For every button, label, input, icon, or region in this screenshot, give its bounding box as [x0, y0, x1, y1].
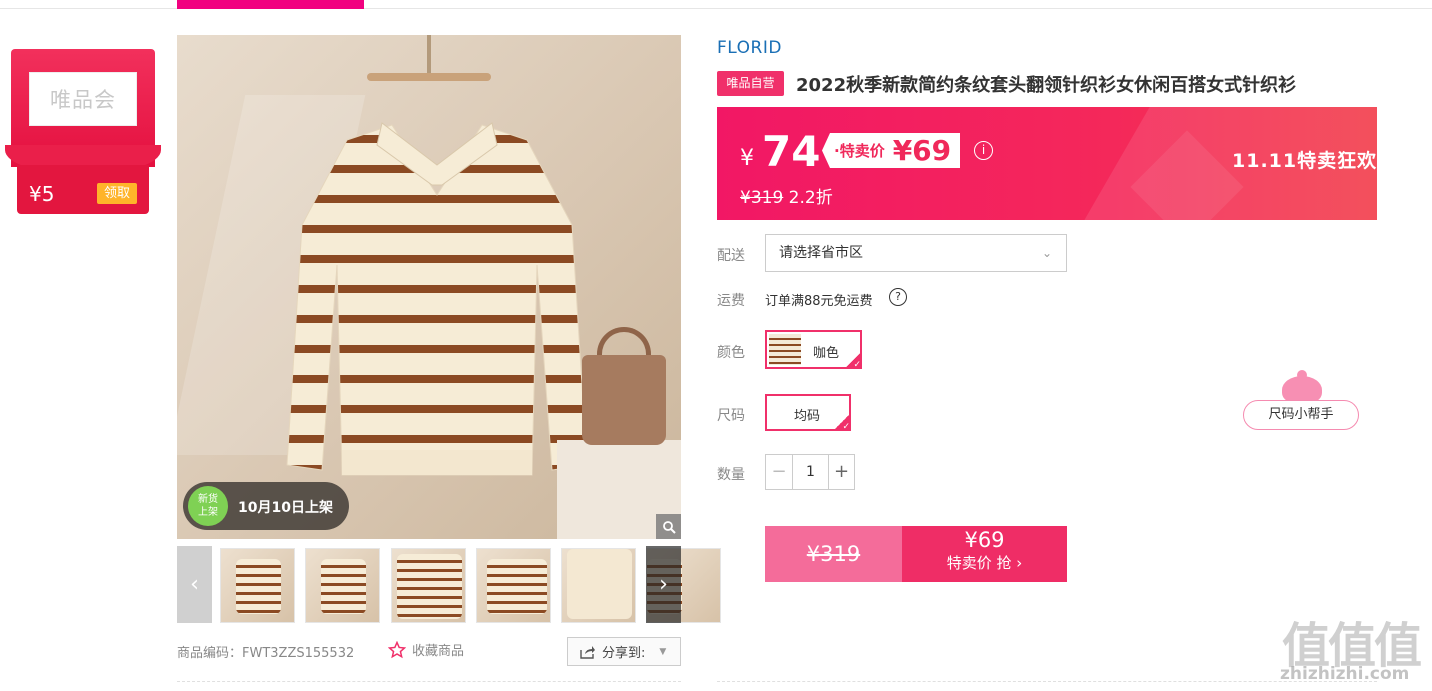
original-price-value: ¥319 [740, 188, 784, 208]
divider-right [717, 681, 1377, 682]
quantity-increase-button[interactable]: + [828, 455, 854, 489]
current-price: 74 [762, 127, 821, 176]
divider-left [177, 681, 681, 682]
new-badge-line2: 上架 [198, 507, 218, 518]
color-swatch-image [769, 334, 801, 365]
sku-code: 商品编码：FWT3ZZS155532 [177, 646, 355, 661]
chevron-down-icon: ⌄ [1041, 246, 1052, 260]
festival-logo: 11.11特卖狂欢节 [1232, 150, 1398, 172]
coupon-card[interactable]: 唯品会 ¥5 领取 [5, 49, 161, 214]
size-label: 尺码 [717, 408, 745, 424]
new-badge-line1: 新货 [198, 494, 218, 505]
release-date-text: 10月10日上架 [238, 500, 333, 516]
special-price-value: ¥69 [892, 134, 952, 167]
coupon-amount: ¥5 [29, 182, 55, 206]
quantity-label: 数量 [717, 467, 745, 483]
handbag [582, 355, 666, 445]
hanger-bar [367, 73, 491, 81]
buy-original-price: ¥319 [806, 542, 861, 566]
original-price-panel: ¥319 [765, 526, 902, 582]
chevron-down-icon: ▼ [659, 646, 667, 657]
thumbnail-1[interactable] [220, 548, 295, 623]
buy-now-button[interactable]: ¥69 特卖价 抢 › [902, 526, 1067, 582]
size-option-label: 均码 [794, 409, 821, 424]
quantity-input[interactable]: 1 [793, 455, 828, 489]
quantity-decrease-button[interactable]: − [766, 455, 793, 489]
coupon-claim-button[interactable]: 领取 [97, 183, 137, 204]
coupon-logo: 唯品会 [29, 72, 137, 126]
favorite-button[interactable]: 收藏商品 [388, 640, 464, 659]
region-select-value: 请选择省市区 [779, 245, 863, 261]
thumbnail-5[interactable] [561, 548, 636, 623]
sweater-illustration [286, 122, 588, 476]
selected-check-icon [833, 413, 851, 432]
size-helper-button[interactable]: 尺码小帮手 [1243, 400, 1359, 430]
currency-symbol: ¥ [740, 146, 754, 171]
special-price-label: ·特卖价 [834, 142, 885, 160]
share-button[interactable]: 分享到: ▼ [567, 637, 681, 666]
region-select[interactable]: 请选择省市区 ⌄ [765, 234, 1067, 272]
buy-special-price: ¥69 [964, 528, 1005, 552]
thumbnail-4[interactable] [476, 548, 551, 623]
product-main-image[interactable] [177, 35, 681, 539]
nav-active-indicator [177, 0, 364, 9]
special-price-tag: ·特卖价 ¥69 [822, 133, 960, 168]
discount-rate: 2.2折 [788, 188, 833, 208]
info-icon[interactable]: i [974, 141, 993, 160]
share-icon [580, 645, 595, 659]
thumbnail-2[interactable] [305, 548, 380, 623]
self-operated-badge: 唯品自营 [717, 71, 784, 96]
watermark-url: zhizhizhi.com [1280, 664, 1410, 684]
product-title: 2022秋季新款简约条纹套头翻领针织衫女休闲百搭女式针织衫 [796, 75, 1297, 96]
shipping-label: 运费 [717, 293, 745, 309]
hanger-hook [427, 35, 431, 75]
help-icon[interactable]: ? [889, 288, 907, 306]
size-option-one-size[interactable]: 均码 [765, 394, 851, 432]
original-price: ¥319 2.2折 [740, 183, 833, 208]
selected-check-icon [844, 351, 862, 370]
brand-name[interactable]: FLORID [717, 38, 782, 58]
zoom-icon[interactable] [656, 514, 681, 539]
thumb-prev-button[interactable]: ‹ [177, 546, 212, 623]
color-option-coffee[interactable]: 咖色 [765, 330, 862, 370]
thumbnail-3[interactable] [391, 548, 466, 623]
share-label: 分享到: [602, 646, 646, 661]
buy-cta-label: 特卖价 抢 › [946, 554, 1023, 572]
new-arrival-badge: 新货 上架 [188, 486, 228, 526]
delivery-label: 配送 [717, 248, 745, 264]
quantity-stepper: − 1 + [765, 454, 855, 490]
star-icon [388, 640, 406, 658]
shipping-text: 订单满88元免运费 [765, 294, 873, 309]
favorite-label: 收藏商品 [412, 644, 465, 659]
thumb-next-button[interactable]: › [646, 546, 681, 623]
color-label: 颜色 [717, 345, 745, 361]
color-option-label: 咖色 [813, 346, 840, 361]
